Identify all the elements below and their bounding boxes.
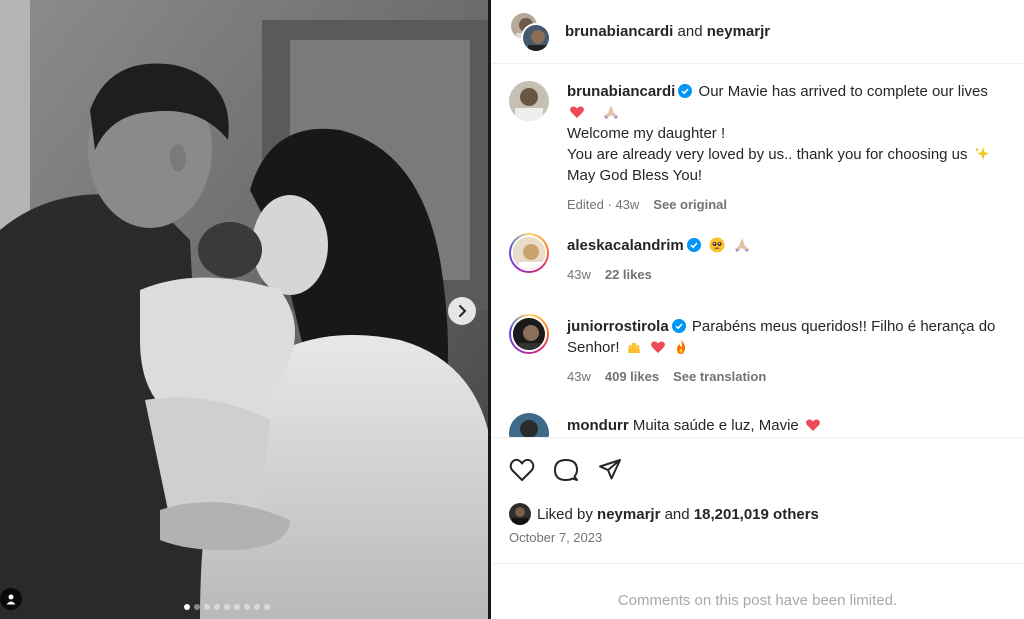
caption-line-1: Our Mavie has arrived to complete our li…: [698, 83, 988, 100]
tagged-users-button[interactable]: [0, 588, 22, 610]
raising-hands-icon: [627, 343, 640, 353]
comment-item: aleskacalandrim 43w 22 likes: [509, 233, 1019, 285]
carousel-dots: [184, 604, 270, 610]
red-heart-icon: [651, 341, 665, 353]
heart-icon: [509, 458, 535, 481]
author-username[interactable]: brunabiancardi: [565, 23, 673, 40]
comment-username[interactable]: juniorrostirola: [567, 318, 669, 335]
liker-avatar-image: [509, 503, 531, 525]
actions-divider: [491, 437, 1024, 438]
verified-badge-icon: [678, 84, 693, 98]
comment-text-line-2: Senhor!: [567, 339, 620, 356]
post-side-panel: brunabiancardi and neymarjr brunabiancar…: [491, 0, 1024, 619]
liked-by-others[interactable]: 18,201,019 others: [694, 506, 819, 523]
comment-meta: 43w 409 likes See translation: [567, 366, 995, 387]
caption-avatar[interactable]: [509, 81, 549, 121]
carousel-dot: [204, 604, 210, 610]
comment-username[interactable]: mondurr: [567, 417, 629, 434]
comment-text-line-1: Parabéns meus queridos!! Filho é herança…: [691, 318, 996, 335]
caption-avatar-image: [509, 81, 549, 121]
carousel-dot: [254, 604, 260, 610]
carousel-dot: [224, 604, 230, 610]
carousel-dot: [264, 604, 270, 610]
comment-body: aleskacalandrim 43w 22 likes: [567, 233, 753, 285]
person-tag-icon: [6, 594, 16, 605]
carousel-next-button[interactable]: [448, 297, 476, 325]
see-original-button[interactable]: See original: [653, 194, 727, 215]
comment-age[interactable]: 43w: [567, 264, 591, 285]
comment-avatar-image: [509, 413, 549, 437]
caption-line-4: May God Bless You!: [567, 167, 703, 184]
liked-by-user[interactable]: neymarjr: [597, 506, 660, 523]
comment-text: Muita saúde e luz, Mavie: [632, 417, 799, 434]
verified-badge-icon: [686, 238, 701, 252]
comment-item: mondurr Muita saúde e luz, Mavie: [509, 413, 1019, 437]
sparkles-icon: [974, 147, 989, 160]
comments-list[interactable]: brunabiancardi Our Mavie has arrived to …: [491, 65, 1024, 437]
comment-username[interactable]: aleskacalandrim: [567, 237, 684, 254]
comment-avatar[interactable]: [509, 314, 549, 354]
carousel-dot: [234, 604, 240, 610]
collaborator-avatar-image: [523, 24, 549, 51]
caption-age[interactable]: 43w: [615, 197, 639, 212]
comments-limited-notice: Comments on this post have been limited.: [617, 592, 898, 609]
post-date[interactable]: October 7, 2023: [509, 530, 602, 545]
comment-body: juniorrostirola Parabéns meus queridos!!…: [567, 314, 995, 387]
post-header: brunabiancardi and neymarjr: [491, 0, 1024, 64]
caption-edited: Edited: [567, 197, 604, 212]
caption-username[interactable]: brunabiancardi: [567, 83, 675, 100]
praying-hands-icon: [603, 105, 618, 119]
comment-icon: [554, 459, 578, 481]
red-heart-icon: [806, 419, 820, 431]
collab-avatars[interactable]: [509, 10, 551, 53]
carousel-dot: [214, 604, 220, 610]
carousel-dot: [194, 604, 200, 610]
red-heart-icon: [570, 106, 584, 118]
header-connector: and: [677, 23, 703, 40]
post-media[interactable]: [0, 0, 488, 619]
verified-badge-icon: [671, 319, 686, 333]
comment-meta: 43w 22 likes: [567, 264, 753, 285]
comment-body: mondurr Muita saúde e luz, Mavie: [567, 413, 823, 437]
comment-avatar[interactable]: [509, 413, 549, 437]
post-actions: [507, 455, 625, 485]
caption-line-3: You are already very loved by us.. thank…: [567, 146, 968, 163]
like-button[interactable]: [507, 455, 537, 485]
comment-age[interactable]: 43w: [567, 366, 591, 387]
comment-avatar-image: [513, 237, 545, 269]
caption-line-2: Welcome my daughter !: [567, 125, 726, 142]
fire-icon: [677, 340, 686, 354]
comment-avatar[interactable]: [509, 233, 549, 273]
caption-meta: Edited · 43w See original: [567, 194, 992, 215]
limited-divider: [491, 563, 1024, 564]
liked-by-and: and: [664, 505, 690, 523]
liked-by-prefix: Liked by: [537, 505, 593, 523]
share-icon: [599, 459, 621, 480]
chevron-right-icon: [459, 305, 467, 317]
comment-likes[interactable]: 22 likes: [605, 264, 652, 285]
pleading-face-icon: [709, 237, 725, 253]
caption-body: brunabiancardi Our Mavie has arrived to …: [567, 81, 992, 215]
comment-avatar-image: [513, 318, 545, 350]
header-title: brunabiancardi and neymarjr: [565, 23, 770, 40]
collaborator-username[interactable]: neymarjr: [707, 23, 770, 40]
comment-likes[interactable]: 409 likes: [605, 366, 659, 387]
caption: brunabiancardi Our Mavie has arrived to …: [509, 81, 1019, 215]
carousel-dot: [244, 604, 250, 610]
share-button[interactable]: [595, 455, 625, 485]
post-photo: [0, 0, 488, 619]
see-translation-button[interactable]: See translation: [673, 366, 766, 387]
carousel-dot: [184, 604, 190, 610]
praying-hands-icon: [735, 238, 750, 252]
liker-avatar[interactable]: [509, 503, 531, 525]
liked-by-row: Liked by neymarjr and 18,201,019 others: [509, 503, 819, 525]
collaborator-avatar[interactable]: [521, 22, 551, 53]
comment-button[interactable]: [551, 455, 581, 485]
comment-item: juniorrostirola Parabéns meus queridos!!…: [509, 314, 1019, 387]
